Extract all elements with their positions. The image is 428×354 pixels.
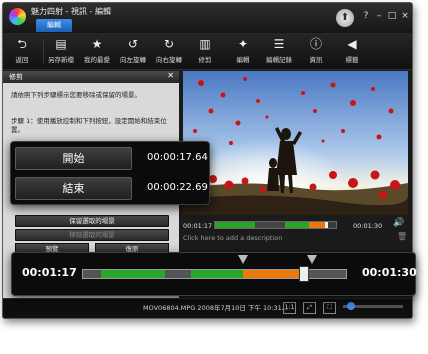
rotate-right-button[interactable]: ↻ 向右旋轉 — [151, 37, 187, 64]
edit-history-icon: ☰ — [273, 37, 285, 51]
info-button[interactable]: ⓘ 資訊 — [298, 37, 334, 64]
window-title: 魅力四射 - 視訊 - 編輯 — [31, 7, 111, 16]
tag-button[interactable]: ◀ 標籤 — [334, 37, 370, 64]
back-button[interactable]: ⮌ 返回 — [4, 37, 40, 64]
edit-history-button[interactable]: ☰ 編輯記錄 — [261, 37, 297, 64]
fit-window-icon[interactable]: ⤢ — [303, 302, 316, 314]
playhead-handle[interactable] — [299, 266, 309, 282]
rotate-left-button[interactable]: ↺ 向左旋轉 — [115, 37, 151, 64]
close-icon[interactable]: ✕ — [167, 71, 174, 80]
edit-button[interactable]: ✦ 編輯 — [225, 37, 261, 64]
trim-step-1: 步驟 1：使用播放控制和下列按鈕，設定開始和結束位置。 — [11, 117, 167, 134]
start-end-callout: 開始 00:00:17.64 結束 00:00:22.69 — [10, 141, 210, 205]
description-field[interactable]: Click here to add a description — [183, 234, 282, 242]
zoomed-timeline[interactable] — [82, 266, 347, 282]
player-total-time: 00:01:30 — [353, 222, 383, 230]
star-icon: ★ — [91, 37, 103, 51]
trim-icon: ▥ — [199, 37, 211, 51]
toolbar: ⮌ 返回 ▤ 另存新檔 ★ 我的最愛 ↺ 向左旋轉 ↻ 向右旋轉 ▥ 修剪 ✦ … — [3, 33, 412, 70]
trash-icon[interactable]: 🗑 — [397, 232, 407, 241]
trim-panel-title: 修剪 — [9, 73, 23, 81]
zoom-total-time: 00:01:30 — [362, 266, 417, 279]
zoomed-timeline-callout: 00:01:17 00:01:30 — [11, 252, 417, 296]
keep-selected-button[interactable]: 保留選取的場景 — [15, 215, 169, 227]
file-info: MOV06804.MPG 2008年7月10日 下午 10:31... — [143, 304, 288, 312]
close-button[interactable]: × — [399, 11, 411, 21]
maximize-button[interactable]: □ — [386, 11, 398, 21]
start-marker-icon[interactable] — [238, 255, 248, 264]
zoom-current-time: 00:01:17 — [22, 266, 77, 279]
video-frame[interactable] — [183, 71, 408, 215]
rotate-left-icon: ↺ — [127, 37, 139, 51]
speaker-icon[interactable]: 🔊 — [393, 218, 404, 228]
set-end-button[interactable]: 結束 — [15, 177, 132, 200]
rotate-right-icon: ↻ — [163, 37, 175, 51]
trim-panel-header: 修剪 ✕ — [3, 71, 179, 83]
trim-button[interactable]: ▥ 修剪 — [187, 37, 223, 64]
end-marker-icon[interactable] — [307, 255, 317, 264]
fullscreen-icon[interactable]: ⛶ — [323, 302, 336, 314]
help-button[interactable]: ? — [360, 11, 372, 21]
set-start-button[interactable]: 開始 — [15, 147, 132, 170]
player-timeline[interactable] — [214, 221, 337, 229]
actual-size-button[interactable]: 1:1 — [283, 302, 296, 314]
save-as-button[interactable]: ▤ 另存新檔 — [43, 37, 79, 64]
info-icon: ⓘ — [309, 37, 322, 51]
trim-instruction: 請依照下列步驟標示您要移除或保留的場景。 — [11, 91, 141, 99]
player-current-time: 00:01:17 — [183, 222, 213, 230]
status-bar: MOV06804.MPG 2008年7月10日 下午 10:31... 1:1 … — [3, 298, 412, 318]
zoom-slider[interactable] — [343, 302, 403, 310]
back-arrow-icon: ⮌ — [17, 37, 27, 51]
remove-selected-button[interactable]: 移除選取的場景 — [15, 229, 169, 241]
arrow-up-icon[interactable]: ⬆ — [336, 9, 354, 27]
tab-edit[interactable]: 編輯 — [36, 19, 72, 32]
minimize-button[interactable]: – — [373, 11, 385, 21]
title-bar: 魅力四射 - 視訊 - 編輯 編輯 ⬆ ? – □ × — [3, 3, 412, 33]
favorite-button[interactable]: ★ 我的最愛 — [79, 37, 115, 64]
zoom-slider-thumb[interactable] — [347, 302, 355, 310]
save-as-icon: ▤ — [55, 37, 67, 51]
tag-icon: ◀ — [347, 37, 357, 51]
magic-wand-icon: ✦ — [237, 37, 249, 51]
app-logo — [8, 7, 27, 26]
start-time-value: 00:00:17.64 — [147, 152, 208, 163]
video-image — [183, 71, 408, 215]
end-time-value: 00:00:22.69 — [147, 182, 208, 193]
